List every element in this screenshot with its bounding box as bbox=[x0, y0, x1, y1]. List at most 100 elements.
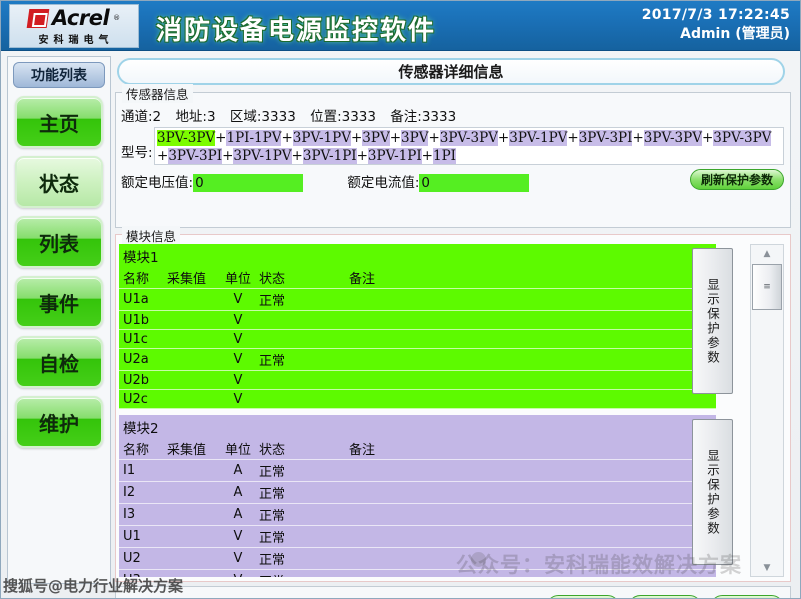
cell-state: 正常 bbox=[255, 570, 345, 578]
column-header: 状态 bbox=[255, 438, 345, 460]
cell-name: I3 bbox=[119, 504, 163, 526]
module-title-row: 模块1 bbox=[119, 244, 716, 267]
cell-value bbox=[163, 460, 221, 482]
app-header: Acrel ® 安科瑞电气 消防设备电源监控软件 2017/7/3 17:22:… bbox=[1, 1, 801, 51]
table-row[interactable]: U2bV bbox=[119, 371, 716, 390]
rated-voltage-value[interactable]: 0 bbox=[193, 174, 303, 192]
module-list-scrollbar[interactable]: ▲ ≡ ▼ bbox=[750, 244, 784, 577]
model-segment: 3PV-1PV bbox=[509, 130, 567, 146]
cell-name: U1a bbox=[119, 289, 163, 311]
scroll-down-arrow-icon[interactable]: ▼ bbox=[751, 559, 783, 576]
sensor-info-legend: 传感器信息 bbox=[122, 84, 193, 103]
model-segment: 3PV-1PI bbox=[368, 148, 422, 164]
column-header: 单位 bbox=[221, 438, 255, 460]
cell-remark bbox=[345, 482, 716, 504]
table-row[interactable]: U2aV正常 bbox=[119, 349, 716, 371]
sidebar-item-1[interactable]: 状态 bbox=[15, 156, 103, 208]
table-row[interactable]: I3A正常 bbox=[119, 504, 716, 526]
column-header: 备注 bbox=[345, 438, 716, 460]
module-table: 模块2名称采集值单位状态备注I1A正常I2A正常I3A正常U1V正常U2V正常U… bbox=[119, 415, 716, 577]
sidebar-item-5[interactable]: 维护 bbox=[15, 396, 103, 448]
cell-remark bbox=[345, 570, 716, 578]
cell-remark bbox=[345, 460, 716, 482]
show-protection-params-button[interactable]: 显示保护参数 bbox=[692, 419, 733, 565]
table-row[interactable]: U1V正常 bbox=[119, 526, 716, 548]
table-row[interactable]: U3V正常 bbox=[119, 570, 716, 578]
cell-remark bbox=[345, 504, 716, 526]
footer-bar: AT=动作时间RT=恢复时间ARS=自动恢复开关DO=开关量输出PS=保护值 上… bbox=[115, 586, 791, 599]
table-row[interactable]: U1bV bbox=[119, 311, 716, 330]
footer-button-group: 上一个 下一个 返回 bbox=[546, 595, 784, 599]
sidebar-item-3[interactable]: 事件 bbox=[15, 276, 103, 328]
model-segment: + bbox=[390, 130, 401, 146]
refresh-protection-params-button[interactable]: 刷新保护参数 bbox=[690, 169, 784, 190]
sidebar-item-2[interactable]: 列表 bbox=[15, 216, 103, 268]
sidebar-item-0[interactable]: 主页 bbox=[15, 96, 103, 148]
sensor-attributes-row: 通道:2 地址:3 区域:3333 位置:3333 备注:3333 bbox=[121, 105, 466, 125]
model-segment: 1PI bbox=[433, 148, 456, 164]
module-title-row: 模块2 bbox=[119, 415, 716, 438]
model-segment: + bbox=[281, 130, 292, 146]
cell-unit: V bbox=[221, 526, 255, 548]
page-title: 传感器详细信息 bbox=[117, 58, 785, 85]
cell-remark bbox=[345, 311, 716, 330]
module-block: 模块2名称采集值单位状态备注I1A正常I2A正常I3A正常U1V正常U2V正常U… bbox=[119, 415, 789, 577]
model-segment: + bbox=[567, 130, 578, 146]
model-segment: + bbox=[422, 148, 433, 164]
cell-unit: V bbox=[221, 311, 255, 330]
model-segment: 3PV-1PV bbox=[233, 148, 291, 164]
table-row[interactable]: U1aV正常 bbox=[119, 289, 716, 311]
cell-state bbox=[255, 390, 345, 409]
table-row[interactable]: U2cV bbox=[119, 390, 716, 409]
sidebar-item-label: 事件 bbox=[39, 288, 79, 317]
sidebar-item-4[interactable]: 自检 bbox=[15, 336, 103, 388]
cell-value bbox=[163, 330, 221, 349]
rated-voltage-label: 额定电压值: bbox=[121, 175, 193, 191]
table-row[interactable]: U1cV bbox=[119, 330, 716, 349]
rated-current-value[interactable]: 0 bbox=[419, 174, 529, 192]
cell-name: U2c bbox=[119, 390, 163, 409]
footer-button-2[interactable]: 返回 bbox=[710, 595, 784, 599]
cell-remark bbox=[345, 526, 716, 548]
table-header-row: 名称采集值单位状态备注 bbox=[119, 438, 716, 460]
scroll-up-arrow-icon[interactable]: ▲ bbox=[751, 245, 783, 262]
cell-value bbox=[163, 482, 221, 504]
cell-value bbox=[163, 504, 221, 526]
model-segment: + bbox=[292, 148, 303, 164]
cell-unit: V bbox=[221, 548, 255, 570]
show-protection-params-button[interactable]: 显示保护参数 bbox=[692, 248, 733, 394]
module-info-legend: 模块信息 bbox=[122, 226, 180, 245]
sidebar-item-label: 主页 bbox=[39, 108, 79, 137]
cell-unit: V bbox=[221, 349, 255, 371]
table-row[interactable]: I1A正常 bbox=[119, 460, 716, 482]
column-header: 单位 bbox=[221, 267, 255, 289]
module-table: 模块1名称采集值单位状态备注U1aV正常U1bVU1cVU2aV正常U2bVU2… bbox=[119, 244, 716, 409]
cell-state: 正常 bbox=[255, 548, 345, 570]
model-segment: 3PV bbox=[362, 130, 389, 146]
model-segment: + bbox=[215, 130, 226, 146]
cell-state: 正常 bbox=[255, 504, 345, 526]
cell-value bbox=[163, 349, 221, 371]
cell-remark bbox=[345, 330, 716, 349]
sensor-position: 位置:3333 bbox=[310, 109, 376, 125]
model-segment: + bbox=[498, 130, 509, 146]
footer-button-0[interactable]: 上一个 bbox=[546, 595, 620, 599]
cell-name: U2a bbox=[119, 349, 163, 371]
sidebar-nav: 主页状态列表事件自检维护 bbox=[8, 96, 110, 448]
cell-state: 正常 bbox=[255, 526, 345, 548]
module-title: 模块1 bbox=[119, 244, 716, 267]
model-value-field[interactable]: 3PV-3PV+1PI-1PV+3PV-1PV+3PV+3PV+3PV-3PV+… bbox=[154, 127, 784, 165]
table-row[interactable]: U2V正常 bbox=[119, 548, 716, 570]
footer-button-1[interactable]: 下一个 bbox=[628, 595, 702, 599]
show-protection-params-label: 显示保护参数 bbox=[703, 278, 722, 365]
scrollbar-grip-icon: ≡ bbox=[763, 284, 771, 291]
cell-name: U2b bbox=[119, 371, 163, 390]
cell-value bbox=[163, 570, 221, 578]
table-row[interactable]: I2A正常 bbox=[119, 482, 716, 504]
module-title: 模块2 bbox=[119, 415, 716, 438]
logo-chinese-name: 安科瑞电气 bbox=[35, 31, 114, 46]
show-protection-params-label: 显示保护参数 bbox=[703, 449, 722, 536]
sensor-info-group: 传感器信息 通道:2 地址:3 区域:3333 位置:3333 备注:3333 … bbox=[115, 92, 791, 228]
scrollbar-thumb[interactable]: ≡ bbox=[752, 264, 782, 310]
model-segment: 3PV-1PV bbox=[293, 130, 351, 146]
